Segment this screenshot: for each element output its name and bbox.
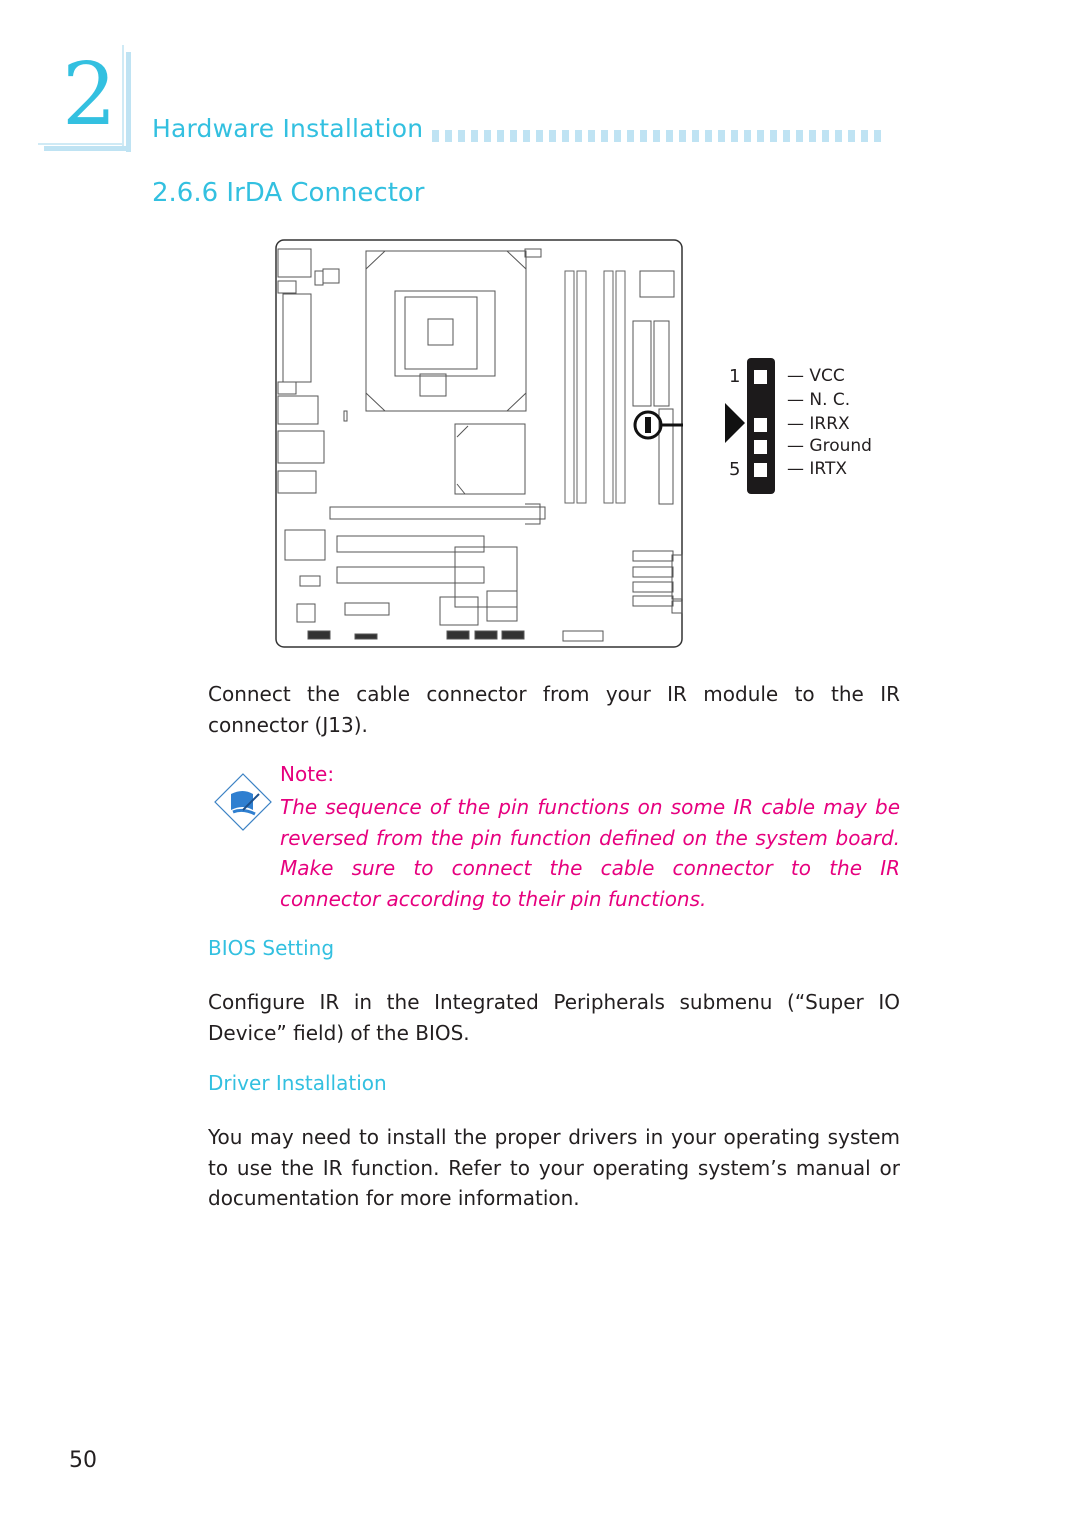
pin-square bbox=[754, 418, 767, 432]
driver-installation-paragraph: You may need to install the proper drive… bbox=[208, 1125, 900, 1210]
pin-row: 5 — IRTX bbox=[725, 459, 900, 481]
pin-label: — IRRX bbox=[787, 414, 850, 434]
pin-row: — N. C. bbox=[725, 390, 900, 412]
bios-setting-paragraph: Configure IR in the Integrated Periphera… bbox=[208, 990, 900, 1045]
chapter-decoration-shadow bbox=[44, 146, 130, 151]
note-label: Note: bbox=[280, 762, 335, 786]
pin-label: — IRTX bbox=[787, 459, 848, 479]
motherboard-diagram bbox=[275, 239, 683, 648]
note-icon bbox=[214, 773, 272, 831]
chapter-decoration-shadow bbox=[126, 52, 131, 152]
pin-square bbox=[754, 440, 767, 454]
chapter-title: Hardware Installation bbox=[152, 114, 424, 143]
pin-row: — Ground bbox=[725, 436, 900, 458]
pin-square bbox=[754, 370, 767, 384]
pin-label: — Ground bbox=[787, 436, 872, 456]
pin-number: 5 bbox=[729, 459, 741, 480]
pin-square bbox=[754, 463, 767, 477]
chapter-number: 2 bbox=[62, 45, 117, 145]
chapter-decoration-line bbox=[122, 45, 124, 147]
pin-number: 1 bbox=[729, 366, 741, 387]
page-number: 50 bbox=[69, 1448, 97, 1473]
intro-paragraph: Connect the cable connector from your IR… bbox=[208, 682, 900, 737]
title-dot-leader bbox=[432, 130, 902, 142]
irda-pinout: 1 — VCC — N. C. — IRRX — Ground 5 — IRTX bbox=[725, 358, 900, 498]
note-text: The sequence of the pin functions on som… bbox=[280, 795, 900, 911]
pin-row: 1 — VCC bbox=[725, 366, 900, 388]
section-title: 2.6.6 IrDA Connector bbox=[152, 178, 425, 208]
driver-installation-heading: Driver Installation bbox=[208, 1071, 387, 1095]
pin-label: — N. C. bbox=[787, 390, 851, 410]
pin-row: — IRRX bbox=[725, 414, 900, 436]
pin-label: — VCC bbox=[787, 366, 845, 386]
bios-setting-heading: BIOS Setting bbox=[208, 936, 335, 960]
